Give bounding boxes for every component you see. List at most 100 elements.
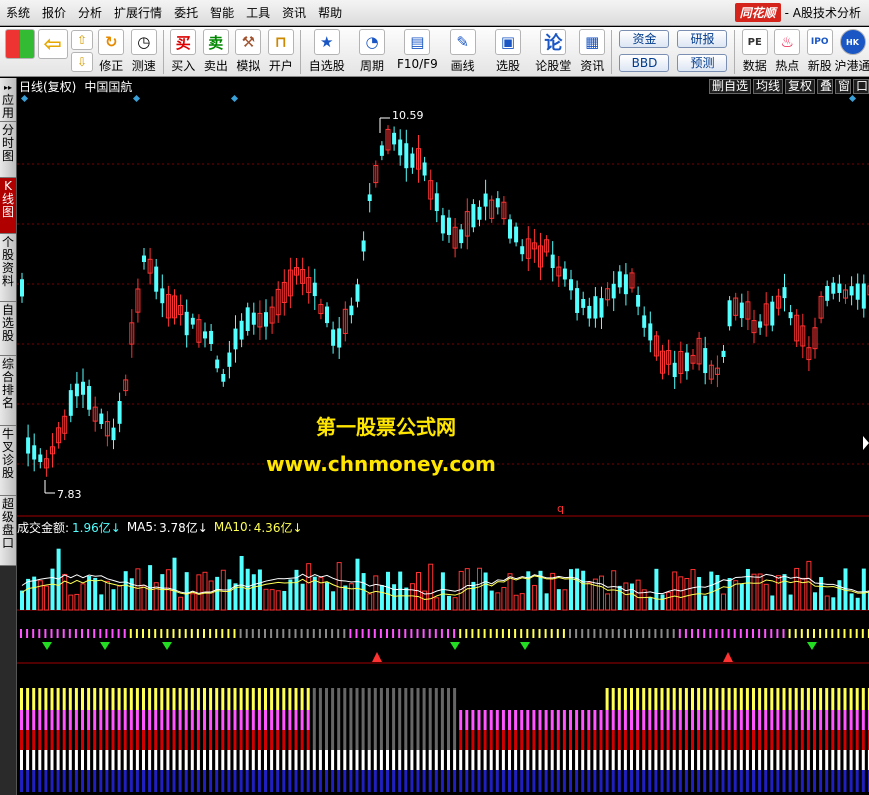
indicator-bar <box>636 688 640 710</box>
indicator-bar <box>276 770 280 792</box>
nav-intraday[interactable]: 分时图 <box>0 122 16 178</box>
volume-bar <box>861 568 866 610</box>
pick-stock-button[interactable]: ▣ 选股 <box>485 27 530 77</box>
forecast-button[interactable]: 预测 <box>677 54 728 72</box>
indicator-bar <box>410 750 414 770</box>
signal-tick <box>50 629 53 638</box>
nav-watchlist[interactable]: 自选股 <box>0 302 16 356</box>
indicator-bar <box>172 730 176 750</box>
indicator-bar <box>733 770 737 792</box>
menu-system[interactable]: 系统 <box>0 0 36 26</box>
fix-button[interactable]: ↻ 修正 <box>95 27 128 77</box>
volume-bar <box>80 583 86 611</box>
volume-bar <box>434 597 440 611</box>
nav-apps[interactable]: ▸▸ 应用 <box>0 78 16 122</box>
down-arrow-icon[interactable]: ⇩ <box>71 52 94 72</box>
open-account-button[interactable]: ⊓ 开户 <box>265 27 298 77</box>
news-button[interactable]: ▦ 资讯 <box>576 27 609 77</box>
hot-button[interactable]: ♨ 热点 <box>771 27 804 77</box>
volume-bar <box>544 593 549 610</box>
signal-tick <box>660 629 663 638</box>
watchlist-button[interactable]: ★ 自选股 <box>304 27 349 77</box>
period-button[interactable]: ◔ 周期 <box>349 27 394 77</box>
indicator-bar <box>209 750 213 770</box>
indicator-bar <box>245 710 249 730</box>
indicator-bar <box>861 730 865 750</box>
research-button[interactable]: 研报 <box>677 30 728 48</box>
menu-analysis[interactable]: 分析 <box>72 0 108 26</box>
signal-tick <box>270 629 273 638</box>
candle-body <box>648 323 653 341</box>
menu-bar: 系统 报价 分析 扩展行情 委托 智能 工具 资讯 帮助 同花顺 - A股技术分… <box>0 0 869 26</box>
signal-tick <box>318 629 321 638</box>
menu-tools[interactable]: 工具 <box>240 0 276 26</box>
signal-tick <box>495 629 498 638</box>
buy-button[interactable]: 买 买入 <box>167 27 200 77</box>
new-stock-button[interactable]: IPO 新股 <box>803 27 836 77</box>
signal-tick <box>794 629 797 638</box>
indicator-bar <box>794 770 798 792</box>
indicator-bar <box>678 688 682 710</box>
menu-ext-market[interactable]: 扩展行情 <box>108 0 168 26</box>
draw-button[interactable]: ✎ 画线 <box>440 27 485 77</box>
indicator-bar <box>190 710 194 730</box>
menu-news[interactable]: 资讯 <box>276 0 312 26</box>
indicator-bar <box>727 710 731 730</box>
indicator-bar <box>306 750 310 770</box>
indicator-bar <box>190 750 194 770</box>
indicator-bar <box>489 770 493 792</box>
forum-button[interactable]: 论 论股堂 <box>531 27 576 77</box>
signal-tick <box>562 629 565 638</box>
indicator-bar <box>459 750 463 770</box>
sell-button[interactable]: 卖 卖出 <box>200 27 233 77</box>
indicator-bar <box>776 710 780 730</box>
data-button[interactable]: PE 数据 <box>738 27 771 77</box>
indicator-bar <box>532 730 536 750</box>
indicator-bar <box>56 750 60 770</box>
indicator-bar <box>123 688 127 710</box>
menu-quote[interactable]: 报价 <box>36 0 72 26</box>
fund-button[interactable]: 资金 <box>619 30 670 48</box>
f10-button[interactable]: ▤ F10/F9 <box>395 27 440 77</box>
signal-tick <box>758 629 761 638</box>
signal-tick <box>105 629 108 638</box>
signal-tick <box>813 629 815 638</box>
indicator-bar <box>251 710 255 730</box>
indicator-bar <box>148 750 152 770</box>
signal-strip <box>20 629 869 662</box>
indicator-bar <box>93 688 97 710</box>
indicator-bar <box>349 688 353 710</box>
nav-super-book[interactable]: 超级盘口 <box>0 496 16 566</box>
up-arrow-icon[interactable]: ⇧ <box>71 30 94 50</box>
hk-connect-button[interactable]: HK 沪港通 <box>835 27 869 77</box>
menu-help[interactable]: 帮助 <box>312 0 348 26</box>
layout-button[interactable] <box>4 27 37 77</box>
indicator-bar <box>666 688 670 710</box>
indicator-bar <box>392 750 396 770</box>
signal-tick <box>605 629 608 638</box>
indicator-bar <box>575 710 579 730</box>
candle-body <box>861 283 866 309</box>
nav-kline[interactable]: K线图 <box>0 178 16 234</box>
menu-smart[interactable]: 智能 <box>204 0 240 26</box>
indicator-bar <box>575 750 579 770</box>
nav-profile[interactable]: 个股资料 <box>0 234 16 302</box>
back-button[interactable]: ⇦ <box>37 27 70 77</box>
bbd-button[interactable]: BBD <box>619 54 670 72</box>
indicator-bar <box>550 730 554 750</box>
mock-button[interactable]: ⚒ 模拟 <box>232 27 265 77</box>
indicator-bar <box>813 770 816 792</box>
indicator-bar <box>806 710 810 730</box>
menu-trade[interactable]: 委托 <box>168 0 204 26</box>
indicator-bar <box>825 730 829 750</box>
indicator-bar <box>331 770 335 792</box>
measure-button[interactable]: ◷ 测速 <box>128 27 161 77</box>
indicator-bar <box>221 688 225 710</box>
kline-chart-area[interactable]: 日线(复权) 中国国航 删自选 均线 复权 叠 窗 口 10.59 7.83 q… <box>17 78 869 795</box>
indicator-bar <box>20 710 23 730</box>
candle-body <box>367 194 372 201</box>
indicator-bar <box>684 770 688 792</box>
indicator-bar <box>776 750 780 770</box>
indicator-bar <box>733 710 737 730</box>
candle-body <box>349 305 354 316</box>
